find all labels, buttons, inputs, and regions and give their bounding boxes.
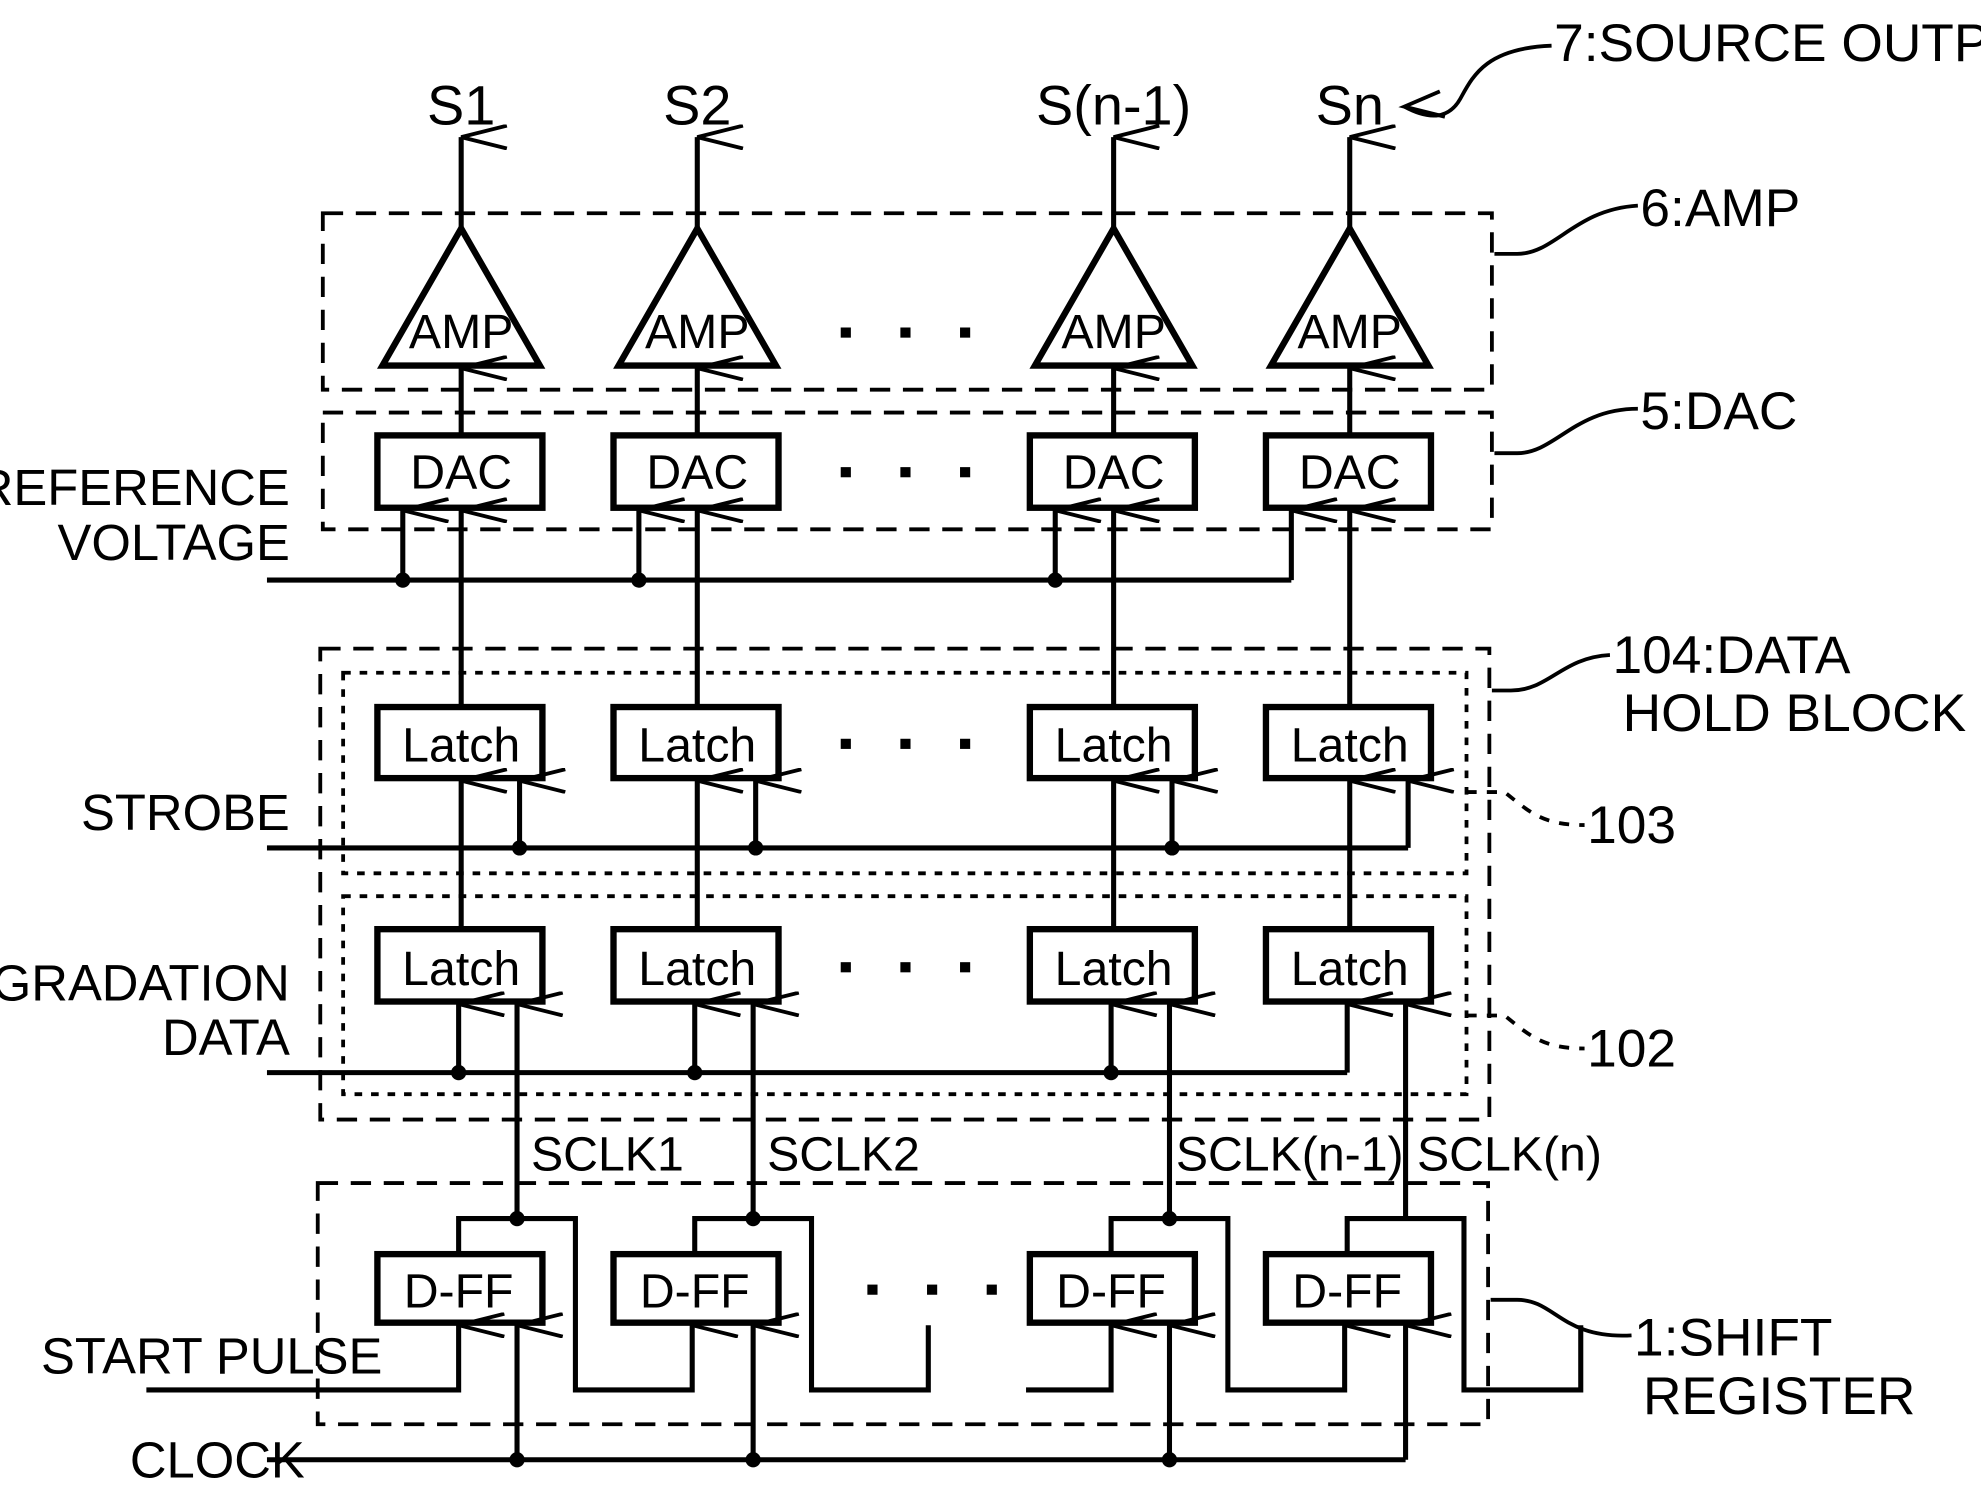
output-label-s1: S1 (427, 73, 495, 136)
ellipsis-dot-latch-102-2 (900, 962, 911, 973)
reference-voltage-junction-2 (631, 572, 647, 588)
callout-label-103: 103 (1587, 796, 1676, 855)
amp-label-1: AMP (409, 305, 514, 359)
ellipsis-dot-dac-1 (840, 467, 851, 478)
dff-label-1: D-FF (404, 1264, 514, 1318)
ellipsis-dot-latch-102-1 (840, 962, 851, 973)
callout-leader-103 (1466, 790, 1585, 827)
callout-102: 102 (1466, 1013, 1676, 1078)
output-label-s-n-minus-1: S(n-1) (1036, 73, 1191, 136)
latch-102-label-1: Latch (402, 942, 520, 996)
latch-102-label-2: Latch (638, 942, 756, 996)
ellipsis-dot-dac-3 (960, 467, 971, 478)
latch-rows: Latch Latch Latch Latch Latch Latch Latch Latch (266, 510, 1431, 1219)
callout-amp: 6:AMP (1494, 179, 1800, 256)
output-label-sn: Sn (1316, 73, 1384, 136)
callout-leader-amp (1494, 203, 1638, 256)
shift-chain-from-previous (1026, 1325, 1111, 1393)
ellipsis-dot-amp-2 (900, 327, 911, 338)
latch-102-label-n: Latch (1291, 942, 1409, 996)
dac-label-n: DAC (1299, 446, 1401, 500)
dff-label-n-minus-1: D-FF (1056, 1264, 1166, 1318)
ellipsis-dot-latch-103-3 (960, 738, 971, 749)
dac-label-1: DAC (410, 446, 512, 500)
output-label-s2: S2 (663, 73, 731, 136)
callout-leader-source-output (1403, 43, 1552, 118)
dac-label-2: DAC (646, 446, 748, 500)
sclk-label-1: SCLK1 (531, 1127, 684, 1181)
source-driver-block-diagram: S1 S2 S(n-1) Sn 7:SOURCE OUTPUT 6:AMP AM… (0, 14, 1981, 1489)
dac-label-n-minus-1: DAC (1063, 446, 1165, 500)
ellipsis-dot-latch-103-2 (900, 738, 911, 749)
input-label-reference-voltage-line2: VOLTAGE (58, 514, 290, 571)
latch-103-label-1: Latch (402, 719, 520, 773)
callout-label-102: 102 (1587, 1019, 1676, 1078)
arrow-icon (1398, 89, 1446, 119)
input-label-gradation-data-line2: DATA (162, 1009, 290, 1066)
callout-label-dac: 5:DAC (1640, 382, 1797, 441)
dff-label-n: D-FF (1292, 1264, 1402, 1318)
amp-label-n: AMP (1297, 305, 1402, 359)
latch-103-label-n-minus-1: Latch (1055, 719, 1173, 773)
ellipsis-dot-amp-3 (960, 327, 971, 338)
sclk-junction-n-minus-1 (1161, 1210, 1178, 1227)
input-label-gradation-data-line1: GRADATION (0, 954, 290, 1011)
latch-103-label-2: Latch (638, 719, 756, 773)
ellipsis-dot-dac-2 (900, 467, 911, 478)
callout-data-hold-block: 104:DATA HOLD BLOCK (1491, 626, 1967, 743)
input-label-start-pulse: START PULSE (41, 1327, 382, 1384)
input-label-strobe: STROBE (81, 784, 290, 841)
callout-shift-register: 1:SHIFT REGISTER (1490, 1297, 1915, 1426)
amp-label-n-minus-1: AMP (1061, 305, 1166, 359)
sclk-label-n-minus-1: SCLK(n-1) (1176, 1127, 1404, 1181)
callout-label-data-hold-block-line1: 104:DATA (1612, 626, 1850, 685)
amp-label-2: AMP (645, 305, 750, 359)
callout-label-shift-register-line2: REGISTER (1643, 1367, 1915, 1426)
callout-leader-102 (1466, 1013, 1585, 1051)
sclk-label-n: SCLK(n) (1417, 1127, 1602, 1181)
callout-leader-dac (1494, 406, 1638, 456)
callout-label-data-hold-block-line2: HOLD BLOCK (1623, 684, 1967, 743)
ellipsis-dot-dff-3 (986, 1284, 997, 1295)
sclk-junction-2 (745, 1210, 761, 1227)
callout-103: 103 (1466, 790, 1676, 855)
dff-label-2: D-FF (640, 1264, 750, 1318)
latch-102-label-n-minus-1: Latch (1055, 942, 1173, 996)
callout-label-shift-register-line1: 1:SHIFT (1634, 1309, 1832, 1368)
sclk-junction-1 (509, 1210, 525, 1227)
sclk-labels: SCLK1 SCLK2 SCLK(n-1) SCLK(n) (531, 1127, 1602, 1181)
ellipsis-dot-latch-102-3 (960, 962, 971, 973)
callout-dac: 5:DAC (1494, 382, 1797, 456)
output-labels: S1 S2 S(n-1) Sn (427, 73, 1384, 136)
sclk-label-2: SCLK2 (767, 1127, 920, 1181)
callout-leader-data-hold-block (1491, 653, 1611, 693)
input-label-reference-voltage-line1: REFERENCE (0, 459, 290, 516)
reference-voltage-junction-n-minus-1 (1047, 572, 1063, 588)
ellipsis-dot-dff-2 (927, 1284, 938, 1295)
ellipsis-dot-dff-1 (867, 1284, 878, 1295)
ellipsis-dot-amp-1 (840, 327, 851, 338)
latch-103-label-n: Latch (1291, 719, 1409, 773)
reference-voltage-junction-1 (395, 572, 411, 588)
callout-label-amp: 6:AMP (1640, 179, 1800, 238)
ellipsis-dot-latch-103-1 (840, 738, 851, 749)
callout-leader-shift-register (1490, 1297, 1632, 1338)
reference-voltage-bus (266, 510, 1291, 588)
callout-label-source-output: 7:SOURCE OUTPUT (1554, 14, 1981, 73)
callout-source-output: 7:SOURCE OUTPUT (1398, 14, 1981, 119)
